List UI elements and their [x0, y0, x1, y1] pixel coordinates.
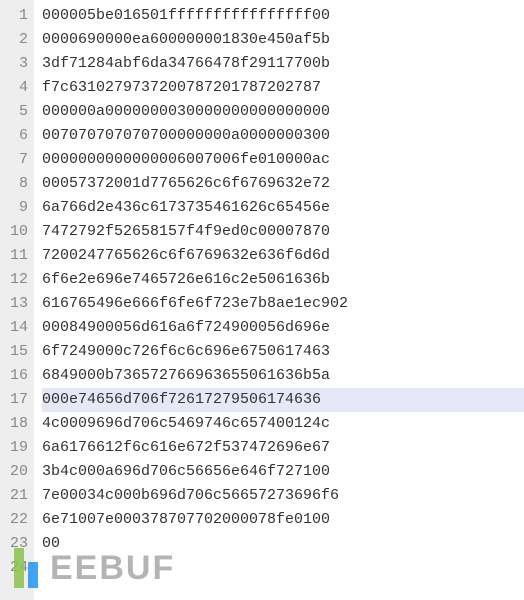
- line-number: 9: [0, 196, 28, 220]
- line-number: 5: [0, 100, 28, 124]
- line-number: 10: [0, 220, 28, 244]
- code-line[interactable]: 3df71284abf6da34766478f29117700b: [42, 52, 524, 76]
- code-line[interactable]: f7c6310279737200787201787202787: [42, 76, 524, 100]
- code-line[interactable]: 616765496e666f6fe6f723e7b8ae1ec902: [42, 292, 524, 316]
- line-number: 21: [0, 484, 28, 508]
- code-line[interactable]: 3b4c000a696d706c56656e646f727100: [42, 460, 524, 484]
- code-line[interactable]: 0000690000ea600000001830e450af5b: [42, 28, 524, 52]
- code-line[interactable]: 0000000000000006007006fe010000ac: [42, 148, 524, 172]
- code-line[interactable]: [42, 556, 524, 580]
- code-line[interactable]: 6849000b736572766963655061636b5a: [42, 364, 524, 388]
- line-number: 18: [0, 412, 28, 436]
- code-line[interactable]: 6f6e2e696e7465726e616c2e5061636b: [42, 268, 524, 292]
- line-number: 17: [0, 388, 28, 412]
- code-line[interactable]: 007070707070700000000a0000000300: [42, 124, 524, 148]
- line-number: 11: [0, 244, 28, 268]
- line-number: 6: [0, 124, 28, 148]
- line-number: 20: [0, 460, 28, 484]
- code-line[interactable]: 00057372001d7765626c6f6769632e72: [42, 172, 524, 196]
- code-line[interactable]: 7200247765626c6f6769632e636f6d6d: [42, 244, 524, 268]
- code-line[interactable]: 000005be016501ffffffffffffffff00: [42, 4, 524, 28]
- code-line[interactable]: 6a6176612f6c616e672f537472696e67: [42, 436, 524, 460]
- code-line[interactable]: 00: [42, 532, 524, 556]
- line-number: 7: [0, 148, 28, 172]
- line-number: 19: [0, 436, 28, 460]
- code-line[interactable]: 7472792f52658157f4f9ed0c00007870: [42, 220, 524, 244]
- line-number: 12: [0, 268, 28, 292]
- code-line[interactable]: 000000a0000000030000000000000000: [42, 100, 524, 124]
- code-line[interactable]: 7e00034c000b696d706c56657273696f6: [42, 484, 524, 508]
- line-number: 14: [0, 316, 28, 340]
- code-content[interactable]: 000005be016501ffffffffffffffff0000006900…: [34, 0, 524, 600]
- line-number: 23: [0, 532, 28, 556]
- code-line[interactable]: 4c0009696d706c5469746c657400124c: [42, 412, 524, 436]
- code-line[interactable]: 6e71007e000378707702000078fe0100: [42, 508, 524, 532]
- code-editor: 123456789101112131415161718192021222324 …: [0, 0, 524, 600]
- code-line[interactable]: 6a766d2e436c6173735461626c65456e: [42, 196, 524, 220]
- line-number: 1: [0, 4, 28, 28]
- line-number: 4: [0, 76, 28, 100]
- line-number: 16: [0, 364, 28, 388]
- line-number: 13: [0, 292, 28, 316]
- line-number-gutter: 123456789101112131415161718192021222324: [0, 0, 34, 600]
- line-number: 2: [0, 28, 28, 52]
- line-number: 3: [0, 52, 28, 76]
- line-number: 15: [0, 340, 28, 364]
- code-line[interactable]: 000e74656d706f72617279506174636: [42, 388, 524, 412]
- line-number: 22: [0, 508, 28, 532]
- line-number: 8: [0, 172, 28, 196]
- line-number: 24: [0, 556, 28, 580]
- code-line[interactable]: 00084900056d616a6f724900056d696e: [42, 316, 524, 340]
- code-line[interactable]: 6f7249000c726f6c6c696e6750617463: [42, 340, 524, 364]
